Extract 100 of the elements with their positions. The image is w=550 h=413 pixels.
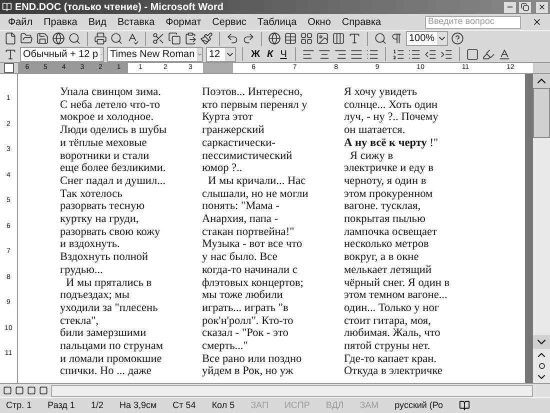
help-search-field[interactable]: Введите вопрос xyxy=(425,16,521,28)
text-line: смерть..." xyxy=(202,340,248,353)
font-color-icon[interactable] xyxy=(498,48,511,60)
caret-icon xyxy=(437,32,447,45)
indent-increase-icon[interactable] xyxy=(440,48,453,60)
spellcheck-icon[interactable] xyxy=(126,32,139,45)
scroll-down-icon[interactable] xyxy=(533,335,550,349)
text-line: И мы прятались в xyxy=(65,276,152,290)
underline-button[interactable]: Ч xyxy=(278,46,289,62)
size-dropdown[interactable]: 12 xyxy=(206,46,236,62)
grid-icon[interactable] xyxy=(300,32,313,45)
menu-item[interactable]: Файл xyxy=(8,14,33,30)
indent-decrease-icon[interactable] xyxy=(424,48,437,60)
close-button[interactable] xyxy=(536,2,548,12)
status-field: Кол 5 xyxy=(212,398,247,412)
restore-icon xyxy=(521,3,529,11)
menu-item[interactable]: Сервис xyxy=(212,14,246,30)
printer-icon[interactable] xyxy=(94,32,107,45)
italic-button[interactable]: К xyxy=(265,46,276,62)
text-line: С неба летело что-то xyxy=(60,98,160,112)
text-line: играть... играть "в xyxy=(202,302,288,315)
pilcrow-icon[interactable] xyxy=(390,32,403,45)
caret-icon xyxy=(225,48,235,60)
help-icon[interactable] xyxy=(451,32,464,45)
text-line: Анархия, папа - xyxy=(202,213,278,226)
brush-icon[interactable] xyxy=(200,32,213,45)
numbered-list-icon[interactable] xyxy=(392,48,405,60)
text-line: чёрный снег. Я один в xyxy=(344,276,450,290)
scissors-icon[interactable] xyxy=(152,32,165,45)
text-line: и ломали промокшие xyxy=(60,352,162,366)
folder-icon[interactable] xyxy=(20,32,33,45)
text-line: Курта этот xyxy=(202,111,253,124)
text-line: воротники и стали xyxy=(60,150,150,162)
menu-item[interactable]: Таблица xyxy=(257,14,297,30)
text-line: у нас было. Все xyxy=(202,251,278,264)
align-left-icon[interactable] xyxy=(302,48,315,60)
text-line: Так хотелось xyxy=(60,188,122,200)
menu-item[interactable]: Справка xyxy=(342,14,382,30)
scroll-up-icon[interactable] xyxy=(533,74,550,88)
close-icon[interactable] xyxy=(532,17,542,27)
style-dropdown[interactable]: Обычный + 12 р xyxy=(20,46,104,62)
text-line: пятой струны нет. xyxy=(344,340,430,353)
copy-icon[interactable] xyxy=(168,32,181,45)
text-line: стакан портвейна!" xyxy=(202,226,294,238)
text-line: флэтовых концертов; xyxy=(202,276,304,290)
text-line: А ну всё к черту !" xyxy=(344,136,438,150)
minimize-button[interactable] xyxy=(504,2,516,12)
paste-icon[interactable] xyxy=(184,32,197,45)
text-line: мелькает летящий xyxy=(344,264,432,277)
text-line: мокрое и холодное. xyxy=(60,111,154,124)
text-line: мы тоже любили xyxy=(202,289,283,302)
text-line: юмор ?.. xyxy=(202,162,242,175)
highlighter-icon[interactable] xyxy=(482,48,495,60)
styles-icon[interactable] xyxy=(4,48,17,60)
text-line: Снег падал и душил... xyxy=(60,174,166,188)
save-icon[interactable] xyxy=(36,32,49,45)
tab-stop-icon[interactable] xyxy=(4,63,14,73)
globe-icon[interactable] xyxy=(268,32,281,45)
search-icon[interactable] xyxy=(68,32,81,45)
font-dropdown[interactable]: Times New Roman xyxy=(107,46,203,62)
new-document-icon[interactable] xyxy=(4,32,17,45)
redo-icon[interactable] xyxy=(242,32,255,45)
menu-item[interactable]: Формат xyxy=(166,14,202,30)
globe-icon[interactable] xyxy=(52,32,65,45)
text-line: кто первым перенял у xyxy=(202,98,308,112)
status-field: ВДЛ xyxy=(326,398,356,412)
window-title: END.DOC (только чтение) - Microsoft Word xyxy=(15,0,224,14)
menu-item[interactable]: Правка xyxy=(44,14,78,30)
table-icon[interactable] xyxy=(284,32,297,45)
border-icon[interactable] xyxy=(466,48,479,60)
undo-icon[interactable] xyxy=(226,32,239,45)
status-field: На 3,9см xyxy=(119,398,169,412)
restore-button[interactable] xyxy=(519,2,531,12)
status-field: 1/2 xyxy=(90,398,116,412)
bold-button[interactable]: Ж xyxy=(249,46,262,62)
text-line: Я хочу увидеть xyxy=(344,86,417,99)
columns-icon[interactable] xyxy=(332,32,345,45)
text-line: разорвать тесную xyxy=(60,200,145,214)
text-line: спички. Но ... даже xyxy=(60,365,152,378)
align-center-icon[interactable] xyxy=(318,48,331,60)
align-right-icon[interactable] xyxy=(334,48,347,60)
picture-icon[interactable] xyxy=(316,32,329,45)
text-line: стоит гитара, моя, xyxy=(344,314,431,328)
text-line: Откуда в электричке xyxy=(344,365,442,378)
menu-item[interactable]: Вставка xyxy=(117,14,155,30)
text-line: били замерзшими xyxy=(60,327,146,340)
vertical-scrollbar[interactable] xyxy=(533,74,550,383)
scroll-thumb[interactable] xyxy=(533,88,550,138)
menu-item[interactable]: Окно xyxy=(308,14,331,30)
zoom-dropdown[interactable]: 100% xyxy=(406,31,448,46)
text-line: еще более безликими. xyxy=(60,162,166,175)
text-line: И мы кричали... Нас xyxy=(207,174,306,188)
text-line: стекла", xyxy=(60,314,99,328)
menu-item[interactable]: Вид xyxy=(88,14,106,30)
horizontal-scrollbar[interactable] xyxy=(51,384,533,396)
text-line: пальцами по струнам xyxy=(60,340,163,353)
justify-icon[interactable] xyxy=(350,48,363,60)
status-field: Ст 54 xyxy=(172,398,208,412)
text-line: лампочка освещает xyxy=(344,226,437,238)
text-line: Все рано или поздно xyxy=(202,352,302,366)
